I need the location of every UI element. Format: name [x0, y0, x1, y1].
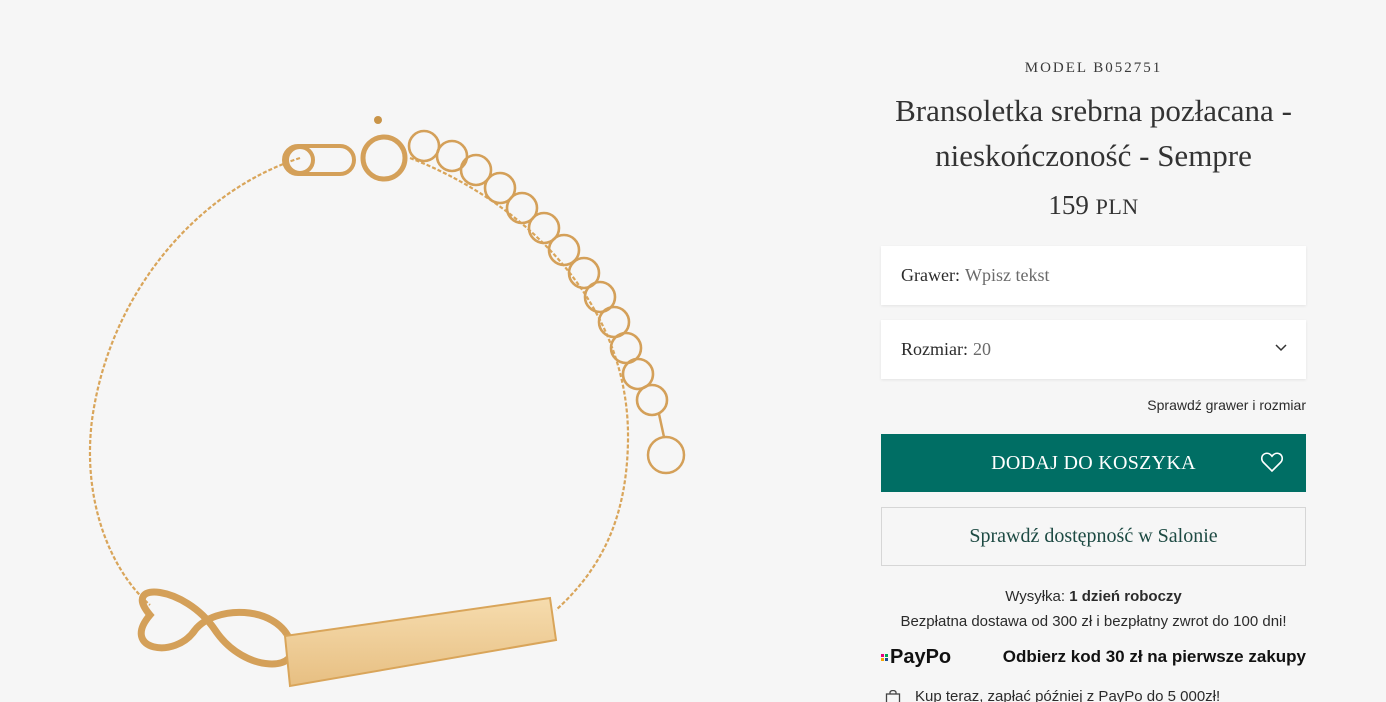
check-availability-button[interactable]: Sprawdź dostępność w Salonie	[881, 507, 1306, 566]
engraving-input[interactable]	[964, 265, 1265, 286]
product-price: 159 PLN	[881, 190, 1306, 221]
paypo-paylater: Kup teraz, zapłać później z PayPo do 5 0…	[885, 688, 1310, 702]
price-value: 159	[1048, 190, 1089, 220]
engraving-field[interactable]: Grawer:	[881, 246, 1306, 305]
delivery-info: Bezpłatna dostawa od 300 zł i bezpłatny …	[900, 613, 1287, 630]
paypo-logo-text: PayPo	[890, 645, 952, 668]
size-value: 20	[972, 339, 991, 359]
paypo-promo: Odbierz kod 30 zł na pierwsze zakupy	[1002, 647, 1306, 666]
product-title: Bransoletka srebrna pozłacana - nieskońc…	[871, 88, 1316, 178]
add-to-cart-label: DODAJ DO KOSZYKA	[991, 451, 1196, 474]
product-image	[0, 0, 780, 702]
engraving-label: Grawer:	[901, 265, 960, 285]
price-currency: PLN	[1095, 194, 1139, 219]
model-number: MODEL B052751	[1024, 60, 1163, 76]
heart-icon[interactable]	[1260, 451, 1284, 473]
paypo-dots-icon	[881, 653, 888, 661]
add-to-cart-button[interactable]: DODAJ DO KOSZYKA	[881, 434, 1306, 492]
bracelet-image	[88, 116, 686, 688]
shopping-bag-icon	[885, 689, 901, 702]
size-select[interactable]: Rozmiar: 20	[881, 320, 1306, 379]
check-engraving-size-link[interactable]: Sprawdź grawer i rozmiar	[1147, 397, 1306, 413]
paypo-banner[interactable]: PayPo Odbierz kod 30 zł na pierwsze zaku…	[881, 644, 1306, 670]
shipping-label: Wysyłka:	[1005, 588, 1066, 605]
chevron-down-icon	[1275, 344, 1287, 352]
product-title-line2: nieskończoność - Sempre	[935, 138, 1252, 173]
paypo-logo: PayPo	[881, 646, 951, 669]
shipping-value: 1 dzień roboczy	[1069, 588, 1182, 605]
size-label: Rozmiar:	[901, 339, 968, 359]
shipping-info: Wysyłka: 1 dzień roboczy	[881, 588, 1306, 605]
paylater-text: Kup teraz, zapłać później z PayPo do 5 0…	[915, 688, 1221, 702]
product-title-line1: Bransoletka srebrna pozłacana -	[895, 93, 1292, 128]
